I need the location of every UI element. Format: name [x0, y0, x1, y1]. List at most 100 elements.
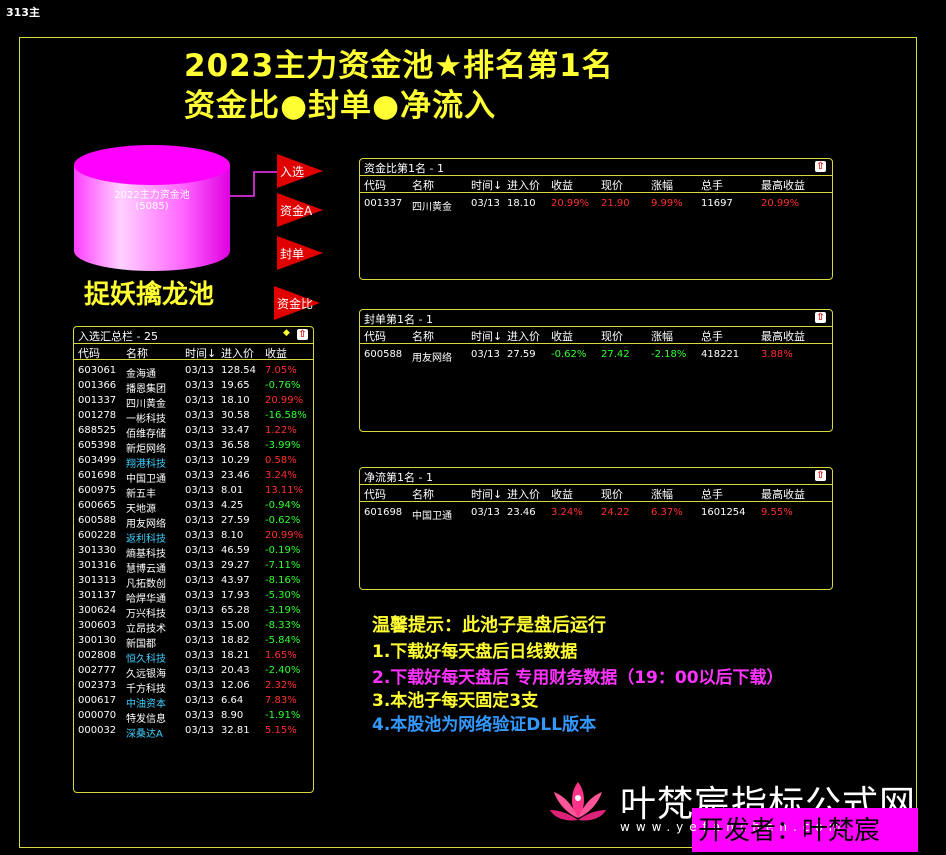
table-row[interactable]: 001278 一彬科技 03/13 30.58 -16.58%	[74, 410, 313, 425]
panel-title: 入选汇总栏 - 25	[78, 330, 158, 343]
cell-gain: -0.94%	[265, 500, 301, 511]
column-header[interactable]: 涨幅	[651, 486, 673, 502]
cell-time: 03/13	[185, 425, 214, 436]
cell-gain: 20.99%	[265, 395, 304, 406]
column-header[interactable]: 现价	[601, 177, 623, 193]
column-header[interactable]: 最高收益	[761, 177, 805, 193]
pool-name: 捉妖擒龙池	[84, 280, 215, 310]
column-header[interactable]: 进入价	[507, 486, 540, 502]
column-header[interactable]: 进入价	[221, 345, 254, 361]
cell-name: 立昂技术	[126, 624, 166, 635]
table-row[interactable]: 000070 特发信息 03/13 8.90 -1.91%	[74, 710, 313, 725]
table-row[interactable]: 002808 恒久科技 03/13 18.21 1.65%	[74, 650, 313, 665]
column-header[interactable]: 收益	[551, 177, 573, 193]
flag-2[interactable]: 封单	[277, 236, 323, 274]
cell-time: 03/13	[185, 455, 214, 466]
column-header[interactable]: 代码	[364, 177, 386, 193]
table-row[interactable]: 300603 立昂技术 03/13 15.00 -8.33%	[74, 620, 313, 635]
table-row[interactable]: 603061 金海通 03/13 128.54 7.05%	[74, 365, 313, 380]
table-row[interactable]: 600665 天地源 03/13 4.25 -0.94%	[74, 500, 313, 515]
cell-time: 03/13	[185, 560, 214, 571]
window-title: 313主	[6, 6, 40, 19]
cell-name: 新五丰	[126, 489, 156, 500]
column-header[interactable]: 现价	[601, 328, 623, 344]
table-row[interactable]: 600588 用友网络 03/13 27.59 -0.62% 27.42 -2.18% 418…	[360, 349, 832, 364]
cell-cur: 27.42	[601, 349, 630, 360]
scroll-up-icon[interactable]: ⇧	[815, 161, 826, 172]
column-header[interactable]: 收益	[551, 328, 573, 344]
column-header[interactable]: 时间↓	[185, 345, 216, 361]
cell-gain: -0.19%	[265, 545, 301, 556]
cell-gain: -5.84%	[265, 635, 301, 646]
cell-code: 688525	[78, 425, 117, 436]
cell-name: 用友网络	[126, 519, 166, 530]
table-row[interactable]: 600588 用友网络 03/13 27.59 -0.62%	[74, 515, 313, 530]
column-header[interactable]: 进入价	[507, 328, 540, 344]
flag-3[interactable]: 资金比	[274, 286, 320, 324]
cell-name: 中油资本	[126, 699, 166, 710]
table-row[interactable]: 002373 千方科技 03/13 12.06 2.32%	[74, 680, 313, 695]
column-header[interactable]: 现价	[601, 486, 623, 502]
column-header[interactable]: 总手	[701, 328, 723, 344]
rank-panel-1[interactable]: 封单第1名 - 1 ⇧ 代码 名称 时间↓ 进入价 收益 现价 涨幅 总手 最高收益 600588 用友…	[359, 309, 833, 432]
cell-name: 中国卫通	[412, 511, 452, 522]
column-header[interactable]: 代码	[364, 486, 386, 502]
scroll-up-icon[interactable]: ⇧	[815, 470, 826, 481]
table-row[interactable]: 600228 返利科技 03/13 8.10 20.99%	[74, 530, 313, 545]
table-row[interactable]: 601698 中国卫通 03/13 23.46 3.24% 24.22 6.37% 16012…	[360, 507, 832, 522]
cell-name: 播恩集团	[126, 384, 166, 395]
selection-summary-panel[interactable]: 入选汇总栏 - 25 ◆ ⇧ 代码 名称 时间↓ 进入价 收益 603061 金海通 03/1…	[73, 326, 314, 793]
rank-panel-0[interactable]: 资金比第1名 - 1 ⇧ 代码 名称 时间↓ 进入价 收益 现价 涨幅 总手 最高收益 001337 四…	[359, 158, 833, 280]
table-row[interactable]: 001337 四川黄金 03/13 18.10 20.99% 21.90 9.99% 1169…	[360, 198, 832, 213]
cell-time: 03/13	[471, 349, 500, 360]
diamond-icon[interactable]: ◆	[283, 328, 290, 338]
column-header[interactable]: 进入价	[507, 177, 540, 193]
column-header[interactable]: 最高收益	[761, 328, 805, 344]
table-row[interactable]: 601698 中国卫通 03/13 23.46 3.24%	[74, 470, 313, 485]
scroll-up-icon[interactable]: ⇧	[815, 312, 826, 323]
column-header[interactable]: 名称	[412, 177, 434, 193]
panel-title: 净流第1名 - 1	[364, 471, 433, 484]
column-header[interactable]: 时间↓	[471, 486, 502, 502]
column-header[interactable]: 代码	[78, 345, 100, 361]
tip-item-3: 3.本池子每天固定3支	[372, 691, 539, 711]
cell-price: 12.06	[221, 680, 250, 691]
cell-cur: 21.90	[601, 198, 630, 209]
rank-panel-2[interactable]: 净流第1名 - 1 ⇧ 代码 名称 时间↓ 进入价 收益 现价 涨幅 总手 最高收益 601698 中国…	[359, 467, 833, 590]
column-header[interactable]: 收益	[551, 486, 573, 502]
column-header[interactable]: 最高收益	[761, 486, 805, 502]
flag-1[interactable]: 资金A	[277, 193, 323, 231]
table-row[interactable]: 603499 翔港科技 03/13 10.29 0.58%	[74, 455, 313, 470]
flag-0[interactable]: 入选	[277, 154, 323, 192]
table-row[interactable]: 300130 新国都 03/13 18.82 -5.84%	[74, 635, 313, 650]
table-row[interactable]: 001337 四川黄金 03/13 18.10 20.99%	[74, 395, 313, 410]
column-header[interactable]: 名称	[412, 328, 434, 344]
cell-name: 恒久科技	[126, 654, 166, 665]
table-row[interactable]: 001366 播恩集团 03/13 19.65 -0.76%	[74, 380, 313, 395]
column-header[interactable]: 收益	[265, 345, 287, 361]
column-header[interactable]: 代码	[364, 328, 386, 344]
cell-price: 43.97	[221, 575, 250, 586]
table-row[interactable]: 605398 新炬网络 03/13 36.58 -3.99%	[74, 440, 313, 455]
table-row[interactable]: 301137 哈焊华通 03/13 17.93 -5.30%	[74, 590, 313, 605]
column-header[interactable]: 时间↓	[471, 177, 502, 193]
column-header[interactable]: 总手	[701, 486, 723, 502]
column-header[interactable]: 涨幅	[651, 328, 673, 344]
table-row[interactable]: 301313 凡拓数创 03/13 43.97 -8.16%	[74, 575, 313, 590]
table-row[interactable]: 301316 慧博云通 03/13 29.27 -7.11%	[74, 560, 313, 575]
column-header[interactable]: 名称	[412, 486, 434, 502]
cell-price: 6.64	[221, 695, 244, 706]
table-row[interactable]: 000617 中油资本 03/13 6.64 7.83%	[74, 695, 313, 710]
cell-name: 四川黄金	[412, 202, 452, 213]
table-row[interactable]: 600975 新五丰 03/13 8.01 13.11%	[74, 485, 313, 500]
table-row[interactable]: 300624 万兴科技 03/13 65.28 -3.19%	[74, 605, 313, 620]
scroll-up-icon[interactable]: ⇧	[297, 329, 308, 340]
table-row[interactable]: 000032 深桑达A 03/13 32.81 5.15%	[74, 725, 313, 740]
column-header[interactable]: 涨幅	[651, 177, 673, 193]
table-row[interactable]: 688525 佰维存储 03/13 33.47 1.22%	[74, 425, 313, 440]
table-row[interactable]: 002777 久远银海 03/13 20.43 -2.40%	[74, 665, 313, 680]
column-header[interactable]: 时间↓	[471, 328, 502, 344]
column-header[interactable]: 名称	[126, 345, 148, 361]
table-row[interactable]: 301330 熵基科技 03/13 46.59 -0.19%	[74, 545, 313, 560]
column-header[interactable]: 总手	[701, 177, 723, 193]
